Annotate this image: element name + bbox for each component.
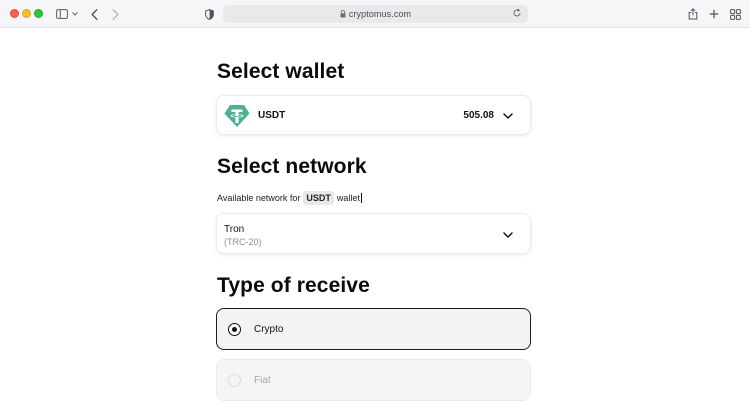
zoom-window-button[interactable] bbox=[34, 9, 43, 18]
receive-option-crypto[interactable]: Crypto bbox=[216, 308, 531, 350]
type-of-receive-heading: Type of receive bbox=[217, 274, 370, 297]
select-network-heading: Select network bbox=[217, 155, 367, 178]
network-standard: (TRC-20) bbox=[224, 237, 262, 247]
radio-selected[interactable] bbox=[228, 323, 241, 336]
address-bar-url: cryptomus.com bbox=[348, 9, 412, 19]
network-subtitle-prefix: Available network for bbox=[217, 193, 301, 203]
network-subtitle-suffix: wallet bbox=[336, 193, 360, 203]
lock-icon bbox=[340, 10, 346, 18]
address-bar[interactable]: cryptomus.com bbox=[223, 5, 528, 23]
close-window-button[interactable] bbox=[10, 9, 19, 18]
wallet-currency: USDT bbox=[258, 110, 286, 121]
text-cursor bbox=[360, 193, 362, 203]
select-wallet-heading: Select wallet bbox=[217, 60, 345, 83]
sidebar-icon[interactable] bbox=[55, 6, 69, 22]
chevron-down-icon[interactable] bbox=[71, 6, 79, 22]
radio-unselected[interactable] bbox=[228, 374, 241, 387]
usdt-logo-icon bbox=[224, 104, 250, 128]
minimize-window-button[interactable] bbox=[22, 9, 31, 18]
reload-icon[interactable] bbox=[512, 8, 522, 18]
receive-option-label: Fiat bbox=[254, 375, 271, 386]
network-subtitle: Available network for USDT wallet bbox=[217, 191, 362, 205]
share-icon[interactable] bbox=[687, 6, 699, 22]
currency-chip: USDT bbox=[303, 191, 334, 205]
chevron-down-icon[interactable] bbox=[502, 110, 514, 122]
chevron-down-icon[interactable] bbox=[502, 229, 514, 241]
shield-icon[interactable] bbox=[204, 6, 214, 22]
back-arrow-icon[interactable] bbox=[89, 6, 99, 22]
receive-option-label: Crypto bbox=[254, 324, 284, 335]
tab-overview-icon[interactable] bbox=[729, 6, 741, 22]
receive-option-fiat[interactable]: Fiat bbox=[216, 359, 531, 401]
forward-arrow-icon[interactable] bbox=[110, 6, 120, 22]
wallet-select[interactable]: USDT 505.08 bbox=[216, 95, 531, 135]
network-select[interactable]: Tron (TRC-20) bbox=[216, 213, 531, 254]
wallet-balance: 505.08 bbox=[463, 110, 494, 121]
new-tab-icon[interactable] bbox=[708, 6, 720, 22]
network-name: Tron bbox=[224, 224, 245, 235]
browser-toolbar: cryptomus.com bbox=[0, 0, 750, 28]
